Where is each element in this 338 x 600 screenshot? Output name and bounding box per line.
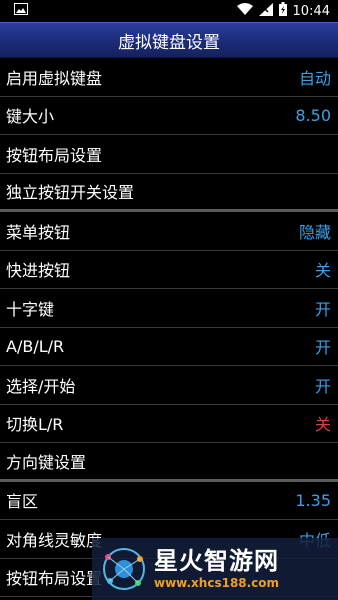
setting-label: 选择/开始	[6, 376, 76, 396]
setting-row-dpad[interactable]: 十字键 开	[0, 289, 338, 328]
setting-label: 独立按钮开关设置	[6, 183, 135, 203]
setting-value: 隐藏	[298, 222, 331, 242]
setting-label: 盲区	[6, 492, 39, 512]
setting-row-direction-key-settings[interactable]: 方向键设置	[0, 443, 338, 482]
setting-label: 对角线灵敏度	[6, 530, 103, 550]
setting-label: 按钮布局设置	[6, 569, 103, 589]
setting-label: 方向键设置	[6, 452, 87, 472]
setting-row-key-size[interactable]: 键大小 8.50	[0, 97, 338, 135]
setting-value: 自动	[298, 68, 331, 88]
setting-label: 切换L/R	[6, 415, 64, 435]
page-title-bar: 虚拟键盘设置	[0, 22, 338, 58]
setting-value: 开	[314, 338, 331, 358]
watermark-url: www.xhcs188.com	[154, 576, 280, 590]
setting-row-dead-zone[interactable]: 盲区 1.35	[0, 482, 338, 520]
watermark-logo-icon	[103, 548, 145, 590]
setting-value: 开	[314, 299, 331, 319]
watermark: 星火智游网 www.xhcs188.com	[92, 538, 338, 600]
setting-row-individual-button-toggle[interactable]: 独立按钮开关设置	[0, 174, 338, 212]
page-title: 虚拟键盘设置	[118, 32, 220, 53]
setting-row-menu-button[interactable]: 菜单按钮 隐藏	[0, 212, 338, 251]
setting-label: 菜单按钮	[6, 222, 71, 242]
setting-value: 1.35	[295, 490, 331, 510]
setting-value: 8.50	[295, 105, 331, 125]
setting-label: 启用虚拟键盘	[6, 68, 103, 88]
settings-list: 启用虚拟键盘 自动 键大小 8.50 按钮布局设置 独立按钮开关设置 菜单按钮 …	[0, 58, 338, 597]
battery-charging-icon	[278, 2, 287, 20]
setting-value: 关	[314, 261, 331, 281]
setting-label: 快进按钮	[6, 261, 71, 281]
clock: 10:44	[292, 3, 330, 19]
setting-row-enable-virtual-keyboard[interactable]: 启用虚拟键盘 自动	[0, 58, 338, 97]
setting-label: A/B/L/R	[6, 336, 65, 356]
setting-label: 键大小	[6, 107, 55, 127]
setting-label: 十字键	[6, 299, 55, 319]
setting-label: 按钮布局设置	[6, 145, 103, 165]
setting-row-fast-forward-button[interactable]: 快进按钮 关	[0, 251, 338, 289]
signal-icon	[258, 2, 273, 20]
wifi-icon	[236, 2, 253, 20]
watermark-title: 星火智游网	[154, 547, 279, 575]
setting-row-toggle-lr[interactable]: 切换L/R 关	[0, 405, 338, 443]
status-bar: 10:44	[0, 0, 338, 22]
setting-value: 关	[314, 415, 331, 435]
setting-row-select-start[interactable]: 选择/开始 开	[0, 366, 338, 405]
image-notification-icon	[14, 3, 28, 19]
setting-value: 开	[314, 376, 331, 396]
setting-row-button-layout[interactable]: 按钮布局设置	[0, 135, 338, 174]
setting-row-ablr[interactable]: A/B/L/R 开	[0, 328, 338, 366]
